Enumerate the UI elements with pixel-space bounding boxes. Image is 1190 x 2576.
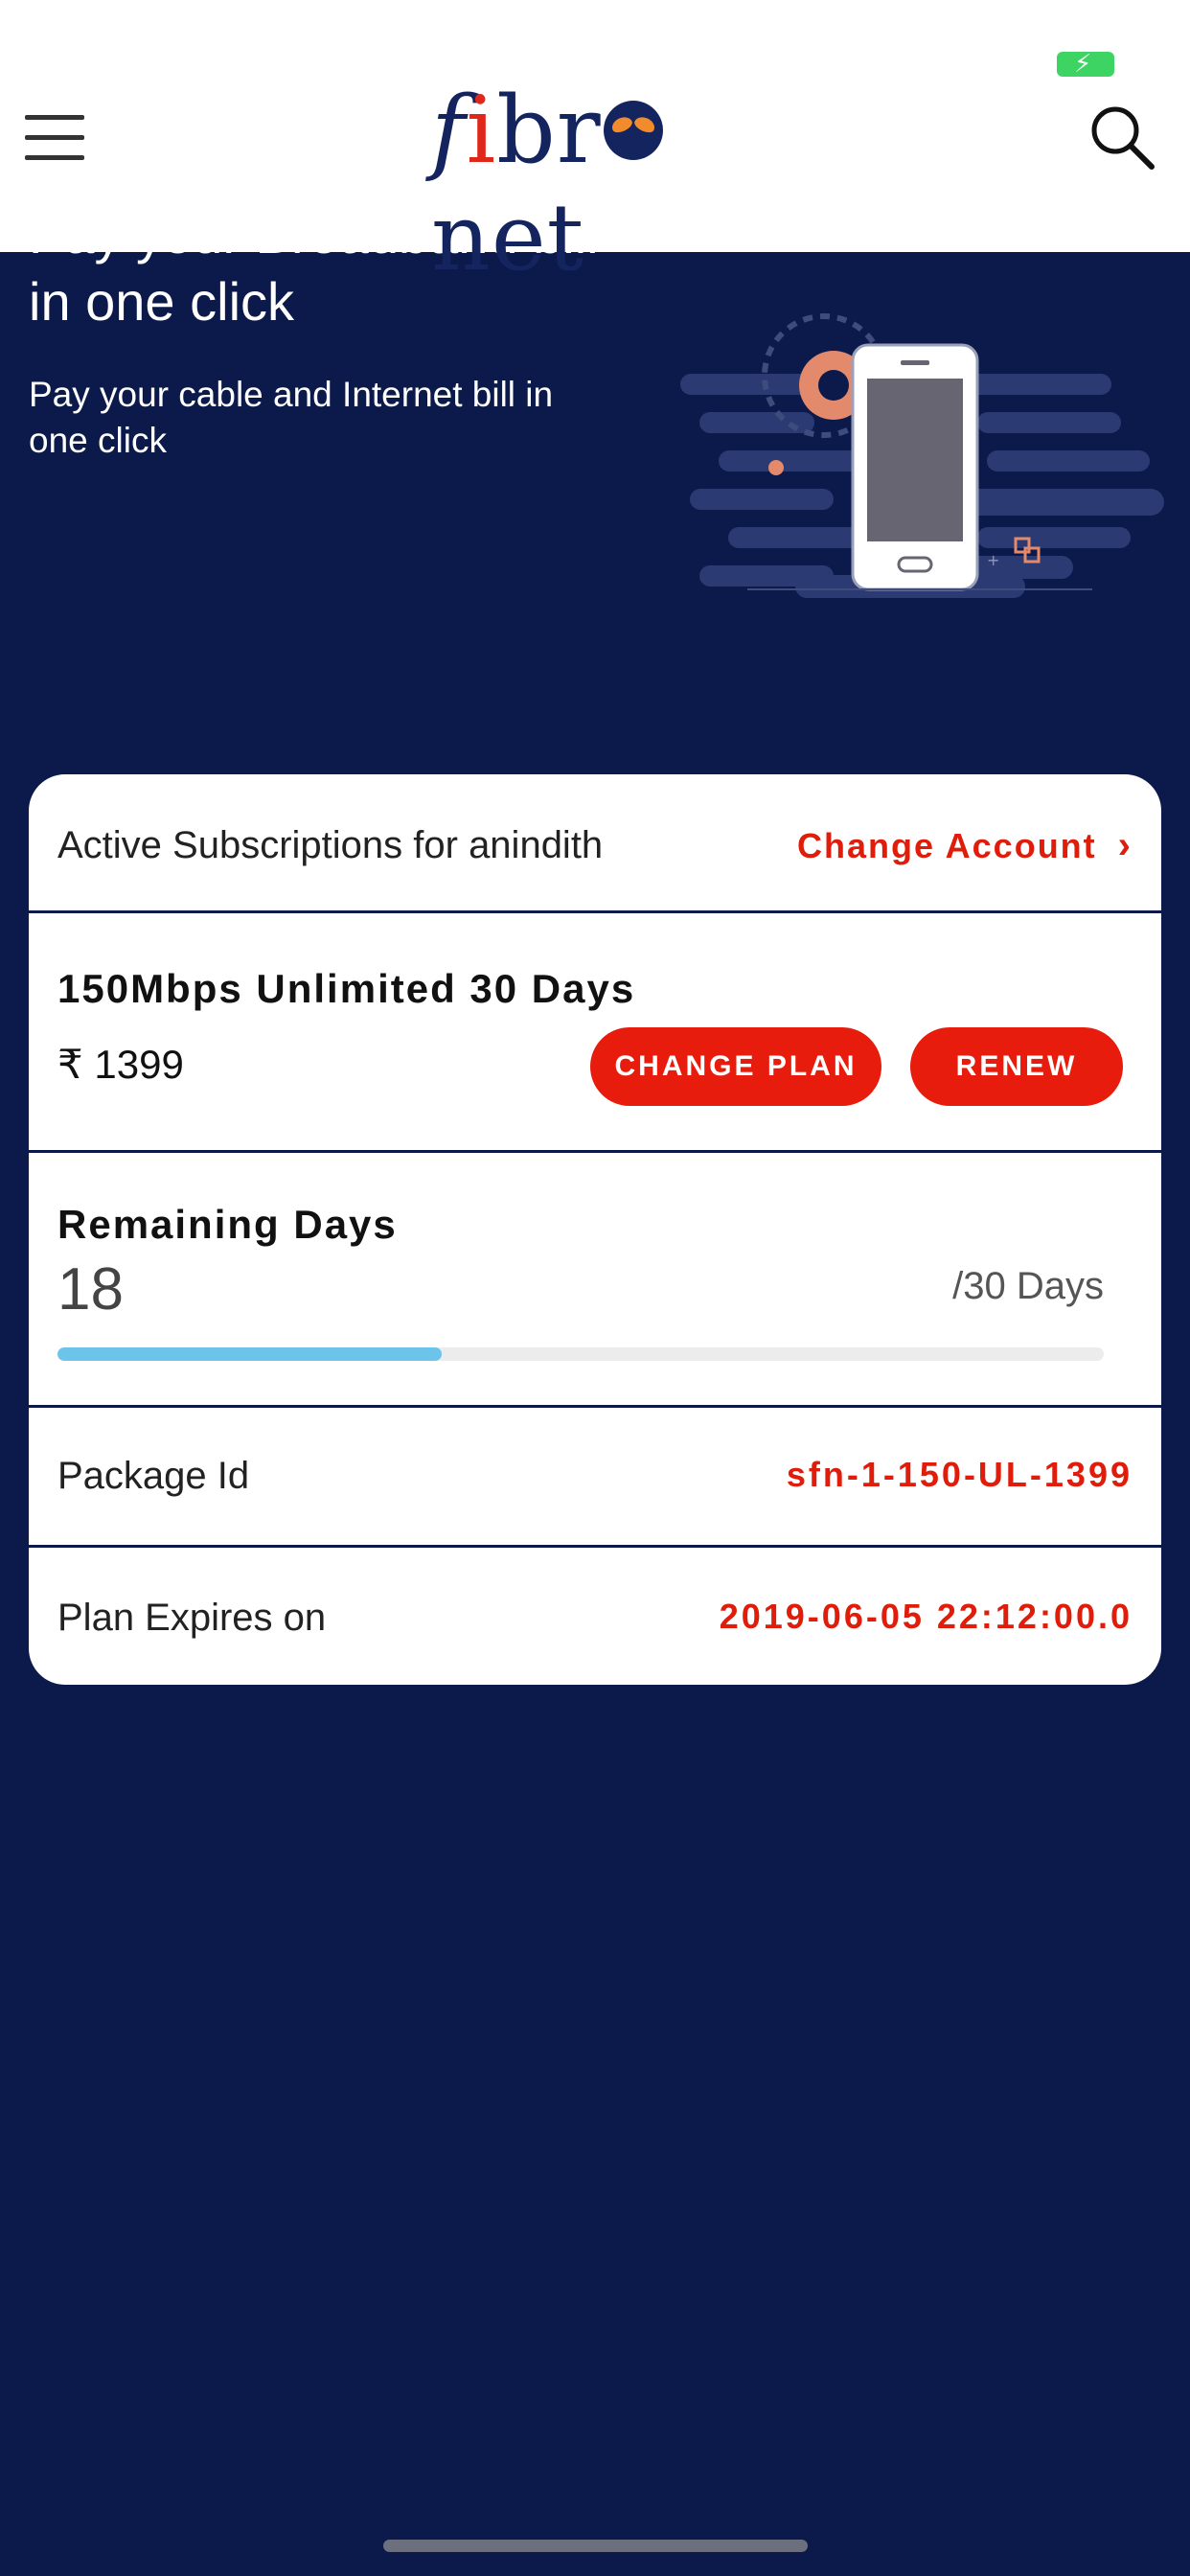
change-plan-button[interactable]: CHANGE PLAN [590, 1027, 881, 1106]
hamburger-menu-icon[interactable] [25, 115, 84, 161]
remaining-days-progress [57, 1347, 1104, 1361]
divider [29, 1405, 1161, 1408]
subscription-heading: Active Subscriptions for anindith [57, 824, 604, 866]
logo-letter-i: i [466, 77, 497, 184]
search-icon[interactable] [1088, 104, 1156, 171]
plan-price: ₹ 1399 [57, 1042, 184, 1087]
divider [29, 1545, 1161, 1548]
battery-charging-icon: ⚡ [1057, 49, 1114, 78]
subscription-card: Active Subscriptions for anindith Change… [29, 774, 1161, 1685]
logo-letters-br: br [496, 77, 602, 184]
logo-letter-f: f [431, 77, 467, 184]
home-indicator[interactable] [383, 2540, 808, 2552]
package-id-label: Package Id [57, 1455, 250, 1497]
change-account-label: Change Account [796, 825, 1097, 865]
fibronet-logo[interactable]: fibrnet [431, 77, 767, 291]
remaining-days-label: Remaining Days [57, 1202, 398, 1247]
logo-o-emblem [603, 101, 663, 160]
svg-text:+: + [987, 551, 999, 569]
chevron-right-icon: › [1117, 824, 1133, 866]
hero-subtitle: Pay your cable and Internet bill in one … [29, 375, 554, 460]
renew-button[interactable]: RENEW [910, 1027, 1123, 1106]
change-account-link[interactable]: Change Account › [797, 824, 1133, 867]
remaining-days-value: 18 [57, 1256, 124, 1322]
plan-expires-value: 2019-06-05 22:12:00.0 [719, 1597, 1133, 1636]
progress-fill [57, 1347, 442, 1361]
total-days: /30 Days [952, 1265, 1104, 1307]
divider [29, 910, 1161, 913]
app-header: ⚡ fibrnet [0, 0, 1190, 291]
divider [29, 1150, 1161, 1153]
logo-letters-net: net [431, 184, 585, 291]
phone-gear-illustration: + [680, 313, 1164, 598]
package-id-value: sfn-1-150-UL-1399 [786, 1455, 1133, 1494]
plan-name: 150Mbps Unlimited 30 Days [57, 966, 636, 1011]
plan-expires-label: Plan Expires on [57, 1597, 327, 1639]
